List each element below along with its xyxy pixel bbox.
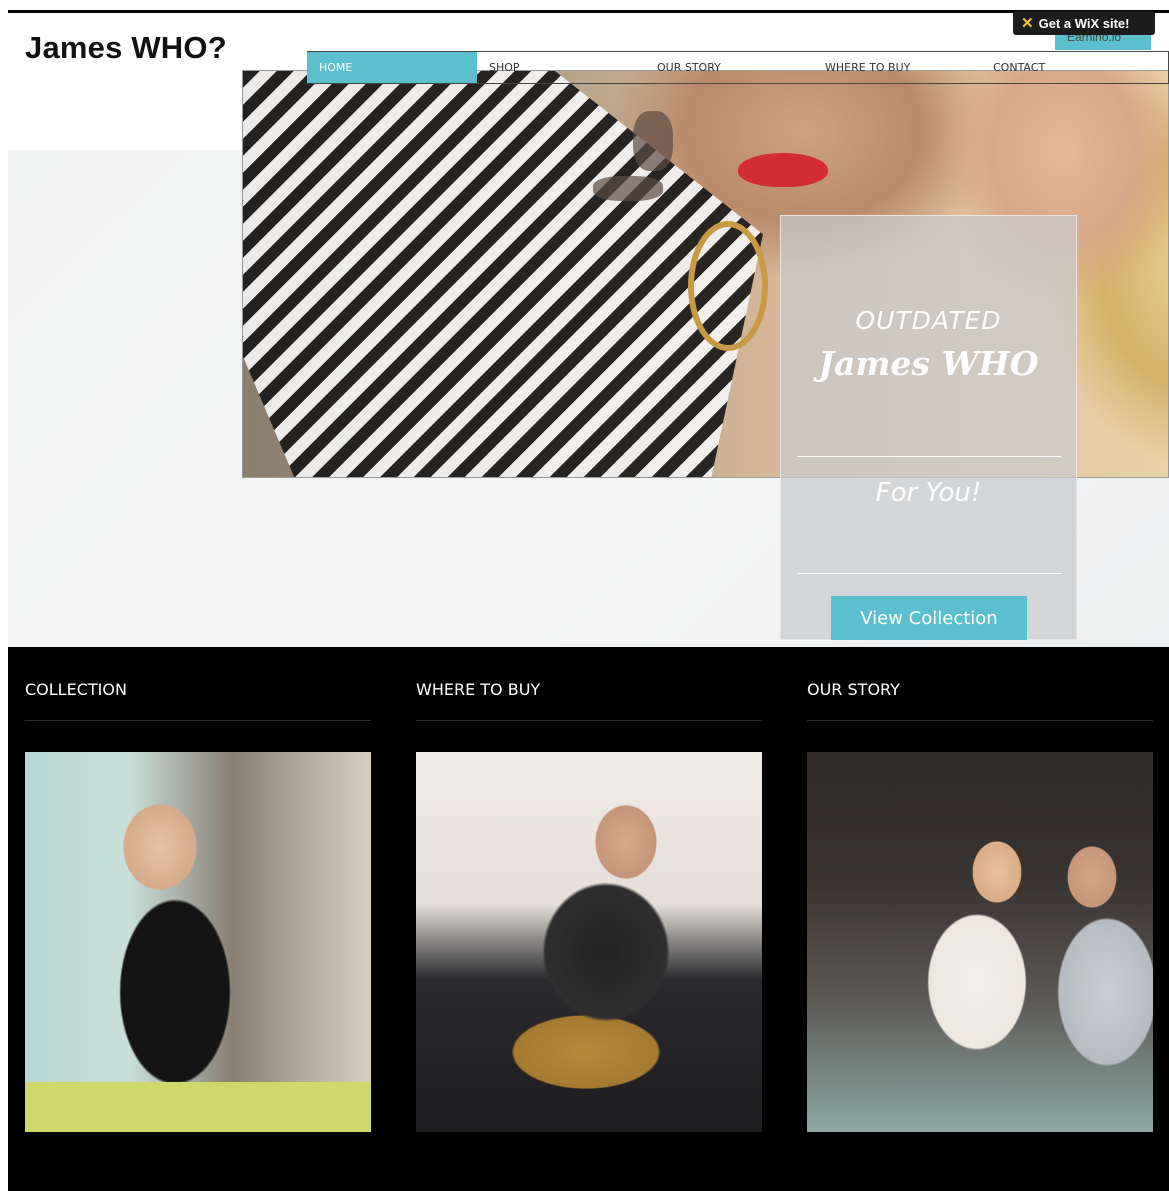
hero-lips — [738, 153, 828, 187]
promo-tagline: For You! — [875, 478, 982, 508]
hero-earring — [688, 221, 768, 351]
promo-divider — [797, 573, 1061, 574]
promo-panel: OUTDATED James WHO For You! View Collect… — [780, 215, 1077, 640]
top-border — [8, 10, 1169, 13]
nav-item-home[interactable]: HOME — [307, 52, 477, 83]
wix-badge[interactable]: ✕ Get a WiX site! — [1013, 11, 1155, 35]
column-divider — [807, 720, 1153, 721]
our-story-image[interactable] — [807, 752, 1153, 1132]
hero-tattoo — [593, 176, 663, 201]
hero-zigzag-pattern — [243, 71, 763, 477]
column-divider — [25, 720, 371, 721]
promo-headline: OUTDATED — [855, 306, 1002, 335]
site-title[interactable]: James WHO? — [25, 30, 227, 66]
promo-divider — [797, 456, 1061, 457]
footer-section: COLLECTION WHERE TO BUY OUR STORY — [8, 647, 1169, 1191]
nav-item-contact[interactable]: CONTACT — [981, 52, 1131, 83]
main-nav: HOME SHOP OUR STORY WHERE TO BUY CONTACT — [307, 51, 1169, 84]
where-to-buy-image[interactable] — [416, 752, 762, 1132]
wix-badge-label: Get a WiX site! — [1038, 15, 1130, 31]
column-divider — [416, 720, 762, 721]
wix-x-icon: ✕ — [1021, 15, 1034, 32]
view-collection-button[interactable]: View Collection — [831, 596, 1027, 640]
column-title[interactable]: OUR STORY — [807, 680, 900, 699]
nav-item-shop[interactable]: SHOP — [477, 52, 645, 83]
hero-tattoo — [633, 111, 673, 171]
promo-brand: James WHO — [818, 344, 1039, 383]
collection-image[interactable] — [25, 752, 371, 1132]
nav-item-our-story[interactable]: OUR STORY — [645, 52, 813, 83]
nav-item-where-to-buy[interactable]: WHERE TO BUY — [813, 52, 981, 83]
column-title[interactable]: WHERE TO BUY — [416, 680, 540, 699]
column-title[interactable]: COLLECTION — [25, 680, 127, 699]
